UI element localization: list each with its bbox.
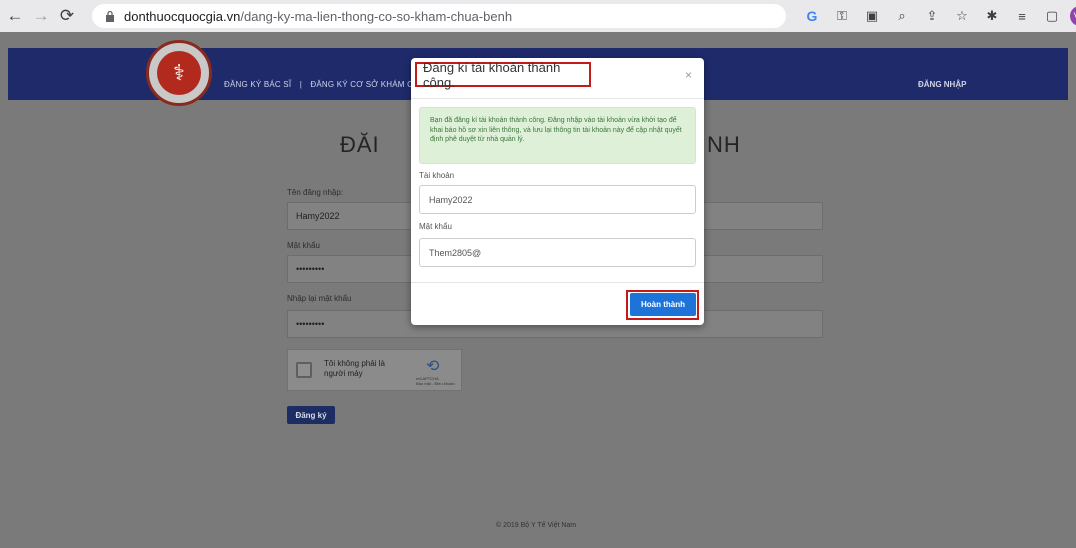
- recaptcha-widget: Tôi không phải là người máy ⟲ reCAPTCHA B…: [287, 349, 462, 391]
- page-title-left: ĐĂI: [340, 132, 380, 157]
- captcha-links[interactable]: Bảo mật - Điều khoản: [416, 381, 455, 386]
- repassword-label: Nhập lại mật khẩu: [287, 294, 352, 303]
- modal-password-label: Mật khẩu: [419, 222, 452, 231]
- caduceus-icon: ⚕: [157, 51, 201, 95]
- footer-copyright: © 2019 Bộ Y Tế Việt Nam: [496, 522, 577, 529]
- side-panel-icon[interactable]: ▢: [1040, 4, 1064, 28]
- zoom-icon[interactable]: ⌕: [890, 4, 914, 28]
- browser-toolbar: ← → ⟳ donthuocquocgia.vn/dang-ky-ma-lien…: [0, 0, 1076, 32]
- share-icon[interactable]: ⇪: [920, 4, 944, 28]
- captcha-brand: reCAPTCHA Bảo mật - Điều khoản: [416, 376, 455, 386]
- modal-footer-divider: [411, 282, 704, 283]
- account-field[interactable]: Hamy2022: [419, 185, 696, 214]
- nav-register-doctor[interactable]: ĐĂNG KÝ BÁC SĨ: [224, 80, 291, 89]
- url-path: /dang-ky-ma-lien-thong-co-so-kham-chua-b…: [240, 8, 513, 24]
- back-arrow-icon[interactable]: ←: [4, 5, 26, 27]
- nav-separator: |: [299, 80, 302, 89]
- forward-arrow-icon[interactable]: →: [30, 5, 52, 27]
- extensions-icon[interactable]: ✱: [980, 4, 1004, 28]
- register-button[interactable]: Đăng ký: [287, 406, 335, 424]
- url-host: donthuocquocgia.vn: [124, 8, 241, 24]
- key-icon[interactable]: ⚿: [830, 4, 854, 28]
- captcha-text: Tôi không phải là người máy: [324, 359, 385, 378]
- modal-password-field[interactable]: Them2805@: [419, 238, 696, 267]
- modal-divider: [411, 98, 704, 99]
- recaptcha-icon: ⟲: [426, 358, 440, 375]
- page-body: ĐĂNG KÝ BÁC SĨ | ĐĂNG KÝ CƠ SỞ KHÁM CHỮ …: [8, 35, 1068, 548]
- page-title-right: NH: [707, 132, 741, 157]
- account-label: Tài khoản: [419, 171, 455, 180]
- nav-register-facility[interactable]: ĐĂNG KÝ CƠ SỞ KHÁM CHỮ: [310, 80, 426, 89]
- address-bar[interactable]: donthuocquocgia.vn/dang-ky-ma-lien-thong…: [92, 4, 786, 28]
- google-icon[interactable]: G: [800, 4, 824, 28]
- success-alert: Bạn đã đăng kí tài khoản thành công. Đăn…: [419, 107, 696, 164]
- reading-list-icon[interactable]: ≡: [1010, 4, 1034, 28]
- reload-icon[interactable]: ⟳: [56, 5, 78, 27]
- username-label: Tên đăng nhập:: [287, 188, 344, 197]
- main-nav: ĐĂNG KÝ BÁC SĨ | ĐĂNG KÝ CƠ SỞ KHÁM CHỮ: [224, 80, 432, 89]
- password-label: Mật khẩu: [287, 241, 320, 250]
- login-link[interactable]: ĐĂNG NHẬP: [918, 80, 966, 89]
- success-modal: Đăng kí tài khoản thành công. × Bạn đã đ…: [411, 58, 704, 325]
- captcha-checkbox[interactable]: [296, 362, 312, 378]
- translate-icon[interactable]: ▣: [860, 4, 884, 28]
- modal-title: Đăng kí tài khoản thành công.: [415, 60, 591, 90]
- lock-icon: [104, 10, 116, 22]
- close-icon[interactable]: ×: [685, 68, 692, 82]
- bookmark-star-icon[interactable]: ☆: [950, 4, 974, 28]
- ministry-logo: ⚕: [146, 40, 212, 106]
- profile-avatar[interactable]: VN: [1070, 6, 1076, 26]
- done-button[interactable]: Hoàn thành: [630, 293, 696, 316]
